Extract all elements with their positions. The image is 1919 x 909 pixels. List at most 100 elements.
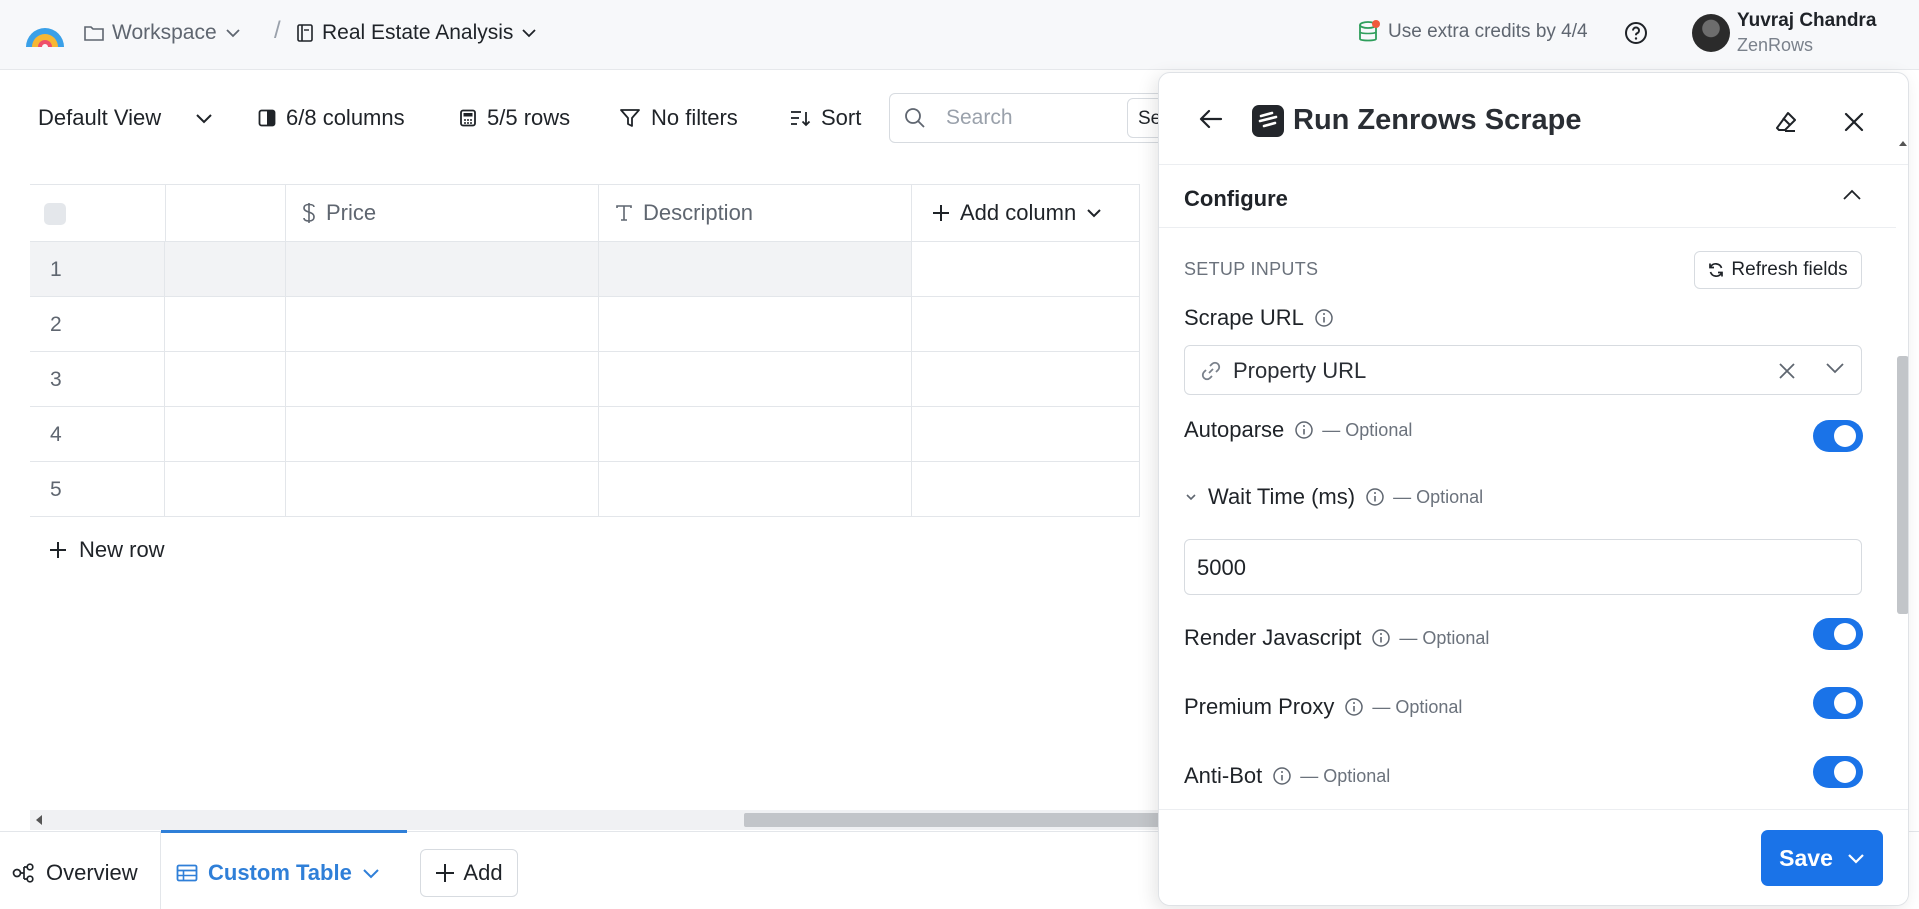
table-cell[interactable] — [286, 352, 599, 407]
avatar[interactable] — [1692, 14, 1730, 52]
tab-custom-table[interactable]: Custom Table — [176, 860, 380, 886]
table-cell[interactable] — [165, 462, 286, 517]
optional-label: — Optional — [1322, 419, 1413, 440]
chevron-down-icon — [195, 113, 213, 124]
row-number[interactable]: 3 — [30, 352, 165, 407]
toggle-knob — [1834, 692, 1856, 714]
run-scrape-panel: Run Zenrows Scrape Configure SETUP INPUT… — [1158, 72, 1909, 906]
info-icon[interactable] — [1294, 420, 1314, 440]
info-icon[interactable] — [1371, 628, 1391, 648]
sort-button[interactable]: Sort — [789, 104, 861, 132]
credits-indicator[interactable]: Use extra credits by 4/4 — [1358, 20, 1588, 44]
toggle-knob — [1834, 761, 1856, 783]
scrape-url-label: Scrape URL — [1184, 305, 1334, 331]
info-icon[interactable] — [1344, 697, 1364, 717]
scrape-url-select[interactable]: Property URL — [1184, 345, 1862, 395]
info-icon[interactable] — [1272, 766, 1292, 786]
anti-bot-toggle[interactable] — [1813, 756, 1863, 788]
columns-button[interactable]: 6/8 columns — [258, 104, 405, 132]
chevron-down-icon[interactable] — [1825, 362, 1845, 374]
breadcrumb-workspace[interactable]: Workspace — [84, 20, 241, 46]
wait-time-input[interactable] — [1197, 554, 1797, 582]
autoparse-toggle[interactable] — [1813, 420, 1863, 452]
breadcrumb-page[interactable]: Real Estate Analysis — [296, 20, 537, 46]
eraser-icon[interactable] — [1774, 110, 1798, 134]
refresh-fields-button[interactable]: Refresh fields — [1694, 251, 1862, 289]
table-cell[interactable] — [912, 242, 1140, 297]
render-js-toggle[interactable] — [1813, 618, 1863, 650]
table-cell[interactable] — [912, 407, 1140, 462]
text-type-icon — [615, 204, 633, 222]
scrollbar-thumb[interactable] — [744, 813, 1174, 827]
optional-label: — Optional — [1372, 696, 1463, 717]
horizontal-scrollbar[interactable] — [30, 810, 1174, 830]
new-row-button[interactable]: New row — [49, 537, 165, 563]
info-icon[interactable] — [1314, 308, 1334, 328]
table-cell[interactable] — [286, 242, 599, 297]
row-number[interactable]: 2 — [30, 297, 165, 352]
column-header-description[interactable]: Description — [599, 184, 912, 242]
breadcrumb-separator: / — [274, 17, 281, 44]
row-number[interactable]: 5 — [30, 462, 165, 517]
close-icon[interactable] — [1843, 111, 1865, 133]
scroll-left-arrow-icon[interactable] — [36, 815, 42, 825]
chevron-up-icon[interactable] — [1842, 189, 1862, 201]
search-input[interactable] — [946, 104, 1106, 132]
table-cell[interactable] — [599, 242, 912, 297]
scroll-up-arrow-icon[interactable] — [1899, 141, 1907, 146]
add-tab-label: Add — [463, 860, 503, 885]
active-tab-indicator — [161, 830, 407, 833]
optional-label: — Optional — [1393, 486, 1484, 507]
toggle-knob — [1834, 623, 1856, 645]
panel-scrollbar[interactable] — [1894, 133, 1908, 827]
tab-overview[interactable]: Overview — [12, 860, 138, 886]
info-icon[interactable] — [1365, 487, 1385, 507]
table-cell[interactable] — [165, 297, 286, 352]
search-icon — [903, 106, 927, 130]
wait-time-field[interactable] — [1184, 539, 1862, 595]
chevron-down-icon — [1086, 208, 1102, 218]
table-cell[interactable] — [165, 242, 286, 297]
table-cell[interactable] — [912, 352, 1140, 407]
select-all-checkbox[interactable] — [44, 203, 66, 225]
render-js-label: Render Javascript — Optional — [1184, 625, 1490, 650]
table-cell[interactable] — [286, 407, 599, 462]
add-column-button[interactable]: Add column — [912, 184, 1140, 242]
table-cell[interactable] — [165, 407, 286, 462]
breadcrumb-page-label: Real Estate Analysis — [322, 21, 514, 44]
table-cell[interactable] — [286, 297, 599, 352]
table-cell[interactable] — [599, 297, 912, 352]
filters-button[interactable]: No filters — [619, 104, 738, 132]
table-cell[interactable] — [599, 462, 912, 517]
add-column-label: Add column — [960, 200, 1077, 225]
view-selector[interactable]: Default View — [38, 104, 213, 132]
row-number[interactable]: 4 — [30, 407, 165, 462]
document-icon — [296, 23, 314, 43]
add-tab-button[interactable]: Add — [420, 849, 518, 897]
new-row-label: New row — [79, 537, 165, 562]
back-arrow-icon[interactable] — [1199, 109, 1223, 129]
help-icon[interactable] — [1624, 21, 1648, 45]
table-cell[interactable] — [912, 462, 1140, 517]
save-button[interactable]: Save — [1761, 830, 1883, 886]
chevron-down-icon[interactable] — [1184, 492, 1198, 502]
scrollbar-thumb[interactable] — [1897, 356, 1908, 614]
column-header-price[interactable]: Price — [286, 184, 599, 242]
user-org: ZenRows — [1737, 35, 1814, 55]
table-cell[interactable] — [286, 462, 599, 517]
premium-proxy-toggle[interactable] — [1813, 687, 1863, 719]
chevron-down-icon[interactable] — [1847, 853, 1865, 864]
rows-button[interactable]: 5/5 rows — [459, 104, 570, 132]
row-number[interactable]: 1 — [30, 242, 165, 297]
clear-icon[interactable] — [1778, 362, 1796, 380]
column-header-label: Price — [326, 200, 377, 225]
table-cell[interactable] — [912, 297, 1140, 352]
table-cell[interactable] — [599, 352, 912, 407]
scrape-url-value: Property URL — [1233, 358, 1367, 383]
table-cell[interactable] — [599, 407, 912, 462]
app-logo-icon[interactable] — [24, 15, 66, 49]
column-header[interactable] — [165, 184, 286, 242]
chevron-down-icon[interactable] — [362, 868, 380, 879]
rows-label: 5/5 rows — [487, 105, 571, 130]
table-cell[interactable] — [165, 352, 286, 407]
